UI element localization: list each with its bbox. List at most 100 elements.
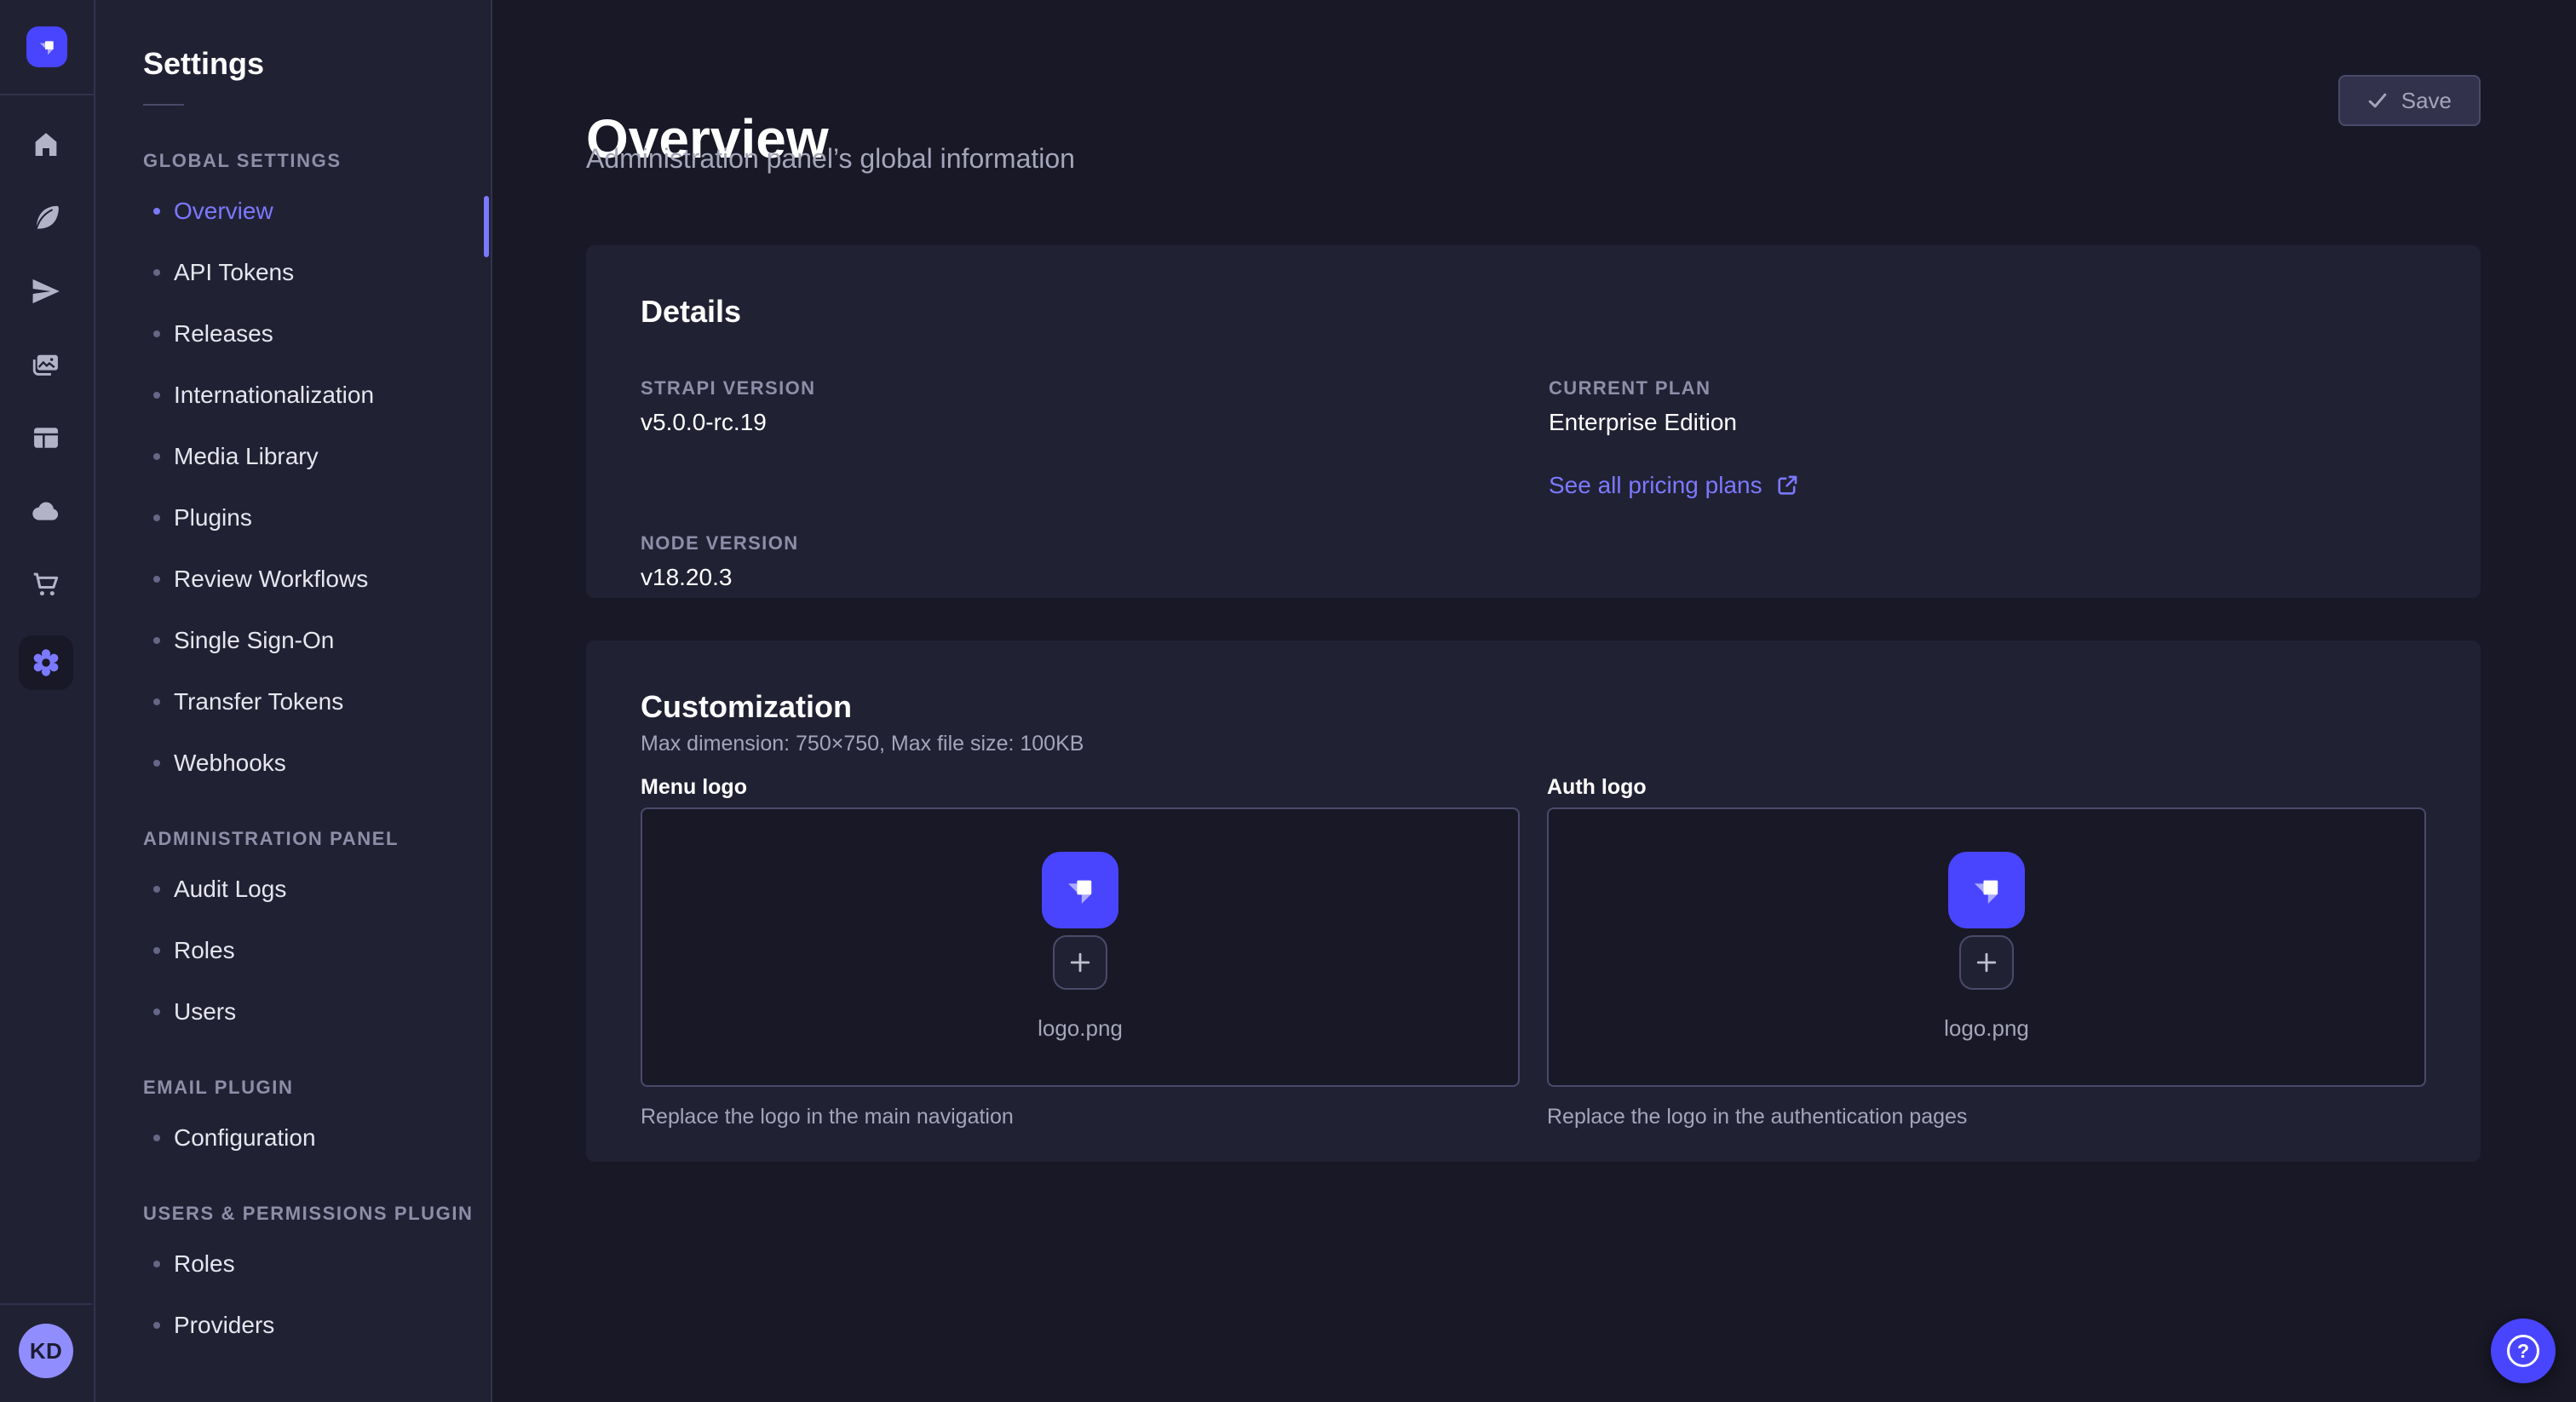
node-version-field: NODE VERSION v18.20.3 bbox=[641, 531, 1518, 595]
subnav-divider bbox=[143, 104, 184, 106]
sidebar-item-label: Audit Logs bbox=[174, 876, 286, 903]
bullet-icon bbox=[153, 392, 160, 399]
menu-logo-filename: logo.png bbox=[1038, 1014, 1123, 1043]
sidebar-item-label: Providers bbox=[174, 1312, 274, 1339]
spacer bbox=[641, 440, 1518, 501]
check-icon bbox=[2367, 90, 2388, 111]
content-type-builder-layout-icon[interactable] bbox=[24, 416, 68, 460]
sidebar-item-audit-logs[interactable]: Audit Logs bbox=[143, 859, 491, 920]
main-nav-items bbox=[0, 95, 92, 690]
bullet-icon bbox=[153, 1135, 160, 1141]
sidebar-item-api-tokens[interactable]: API Tokens bbox=[143, 242, 491, 303]
sidebar-item-label: Plugins bbox=[174, 504, 252, 531]
external-link-icon bbox=[1776, 474, 1798, 497]
menu-logo-preview[interactable] bbox=[1042, 852, 1118, 928]
strapi-version-value: v5.0.0-rc.19 bbox=[641, 405, 1518, 440]
bullet-icon bbox=[153, 576, 160, 583]
current-plan-field: CURRENT PLAN Enterprise Edition bbox=[1549, 376, 2426, 440]
sidebar-item-label: Users bbox=[174, 998, 236, 1026]
sidebar-item-email-configuration[interactable]: Configuration bbox=[143, 1107, 491, 1169]
sidebar-item-webhooks[interactable]: Webhooks bbox=[143, 733, 491, 794]
subnav-title: Settings bbox=[143, 46, 491, 82]
customization-constraints: Max dimension: 750×750, Max file size: 1… bbox=[641, 729, 2426, 758]
menu-logo-hint: Replace the logo in the main navigation bbox=[641, 1102, 1520, 1131]
sidebar-item-plugins[interactable]: Plugins bbox=[143, 487, 491, 549]
sidebar-item-label: Internationalization bbox=[174, 382, 374, 409]
bullet-icon bbox=[153, 1008, 160, 1015]
subnav-scrollbar-thumb[interactable] bbox=[484, 196, 489, 257]
sidebar-item-label: Overview bbox=[174, 198, 273, 225]
sidebar-item-overview[interactable]: Overview bbox=[143, 181, 491, 242]
sidebar-item-label: API Tokens bbox=[174, 259, 294, 286]
workspace-logo-container bbox=[0, 0, 94, 95]
details-right-column: CURRENT PLAN Enterprise Edition See all … bbox=[1549, 346, 2426, 595]
section-label-email-plugin: EMAIL PLUGIN bbox=[143, 1077, 491, 1099]
sidebar-item-label: Roles bbox=[174, 937, 235, 964]
section-label-administration-panel: ADMINISTRATION PANEL bbox=[143, 828, 491, 850]
bullet-icon bbox=[153, 208, 160, 215]
auth-logo-preview[interactable] bbox=[1948, 852, 2025, 928]
section-label-global-settings: GLOBAL SETTINGS bbox=[143, 150, 491, 172]
media-library-pictures-icon[interactable] bbox=[24, 342, 68, 387]
details-card: Details STRAPI VERSION v5.0.0-rc.19 NODE… bbox=[586, 245, 2481, 598]
node-version-label: NODE VERSION bbox=[641, 531, 1518, 555]
sidebar-item-label: Review Workflows bbox=[174, 566, 368, 593]
sidebar-item-up-providers[interactable]: Providers bbox=[143, 1295, 491, 1356]
details-grid: STRAPI VERSION v5.0.0-rc.19 NODE VERSION… bbox=[641, 346, 2426, 595]
see-all-pricing-plans-link[interactable]: See all pricing plans bbox=[1549, 468, 1798, 503]
strapi-logo[interactable] bbox=[26, 26, 67, 67]
bullet-icon bbox=[153, 330, 160, 337]
auth-logo-dropzone[interactable]: logo.png bbox=[1547, 807, 2426, 1087]
settings-gear-icon[interactable] bbox=[19, 635, 73, 690]
bullet-icon bbox=[153, 1261, 160, 1267]
sidebar-item-label: Transfer Tokens bbox=[174, 688, 343, 715]
help-button[interactable]: ? bbox=[2491, 1319, 2556, 1383]
question-mark-icon: ? bbox=[2507, 1335, 2539, 1367]
bullet-icon bbox=[153, 760, 160, 767]
sidebar-item-single-sign-on[interactable]: Single Sign-On bbox=[143, 610, 491, 671]
sidebar-item-review-workflows[interactable]: Review Workflows bbox=[143, 549, 491, 610]
page-subtitle: Administration panel’s global informatio… bbox=[586, 143, 1075, 175]
section-label-users-permissions-plugin: USERS & PERMISSIONS PLUGIN bbox=[143, 1203, 491, 1225]
save-button-label: Save bbox=[2401, 88, 2452, 114]
customization-card: Customization Max dimension: 750×750, Ma… bbox=[586, 641, 2481, 1162]
releases-paper-plane-icon[interactable] bbox=[24, 269, 68, 313]
user-avatar[interactable]: KD bbox=[19, 1324, 73, 1378]
sidebar-item-up-roles[interactable]: Roles bbox=[143, 1233, 491, 1295]
pricing-link-label: See all pricing plans bbox=[1549, 468, 1762, 503]
marketplace-cart-icon[interactable] bbox=[24, 562, 68, 606]
deploy-cloud-icon[interactable] bbox=[24, 489, 68, 533]
content-manager-feather-icon[interactable] bbox=[24, 196, 68, 240]
customization-card-title: Customization bbox=[641, 688, 2426, 726]
plus-icon bbox=[1067, 950, 1093, 975]
bullet-icon bbox=[153, 698, 160, 705]
sidebar-item-media-library[interactable]: Media Library bbox=[143, 426, 491, 487]
strapi-admin-app: KD Settings GLOBAL SETTINGS Overview API… bbox=[0, 0, 2576, 1402]
settings-subnav: Settings GLOBAL SETTINGS Overview API To… bbox=[95, 0, 492, 1402]
save-button[interactable]: Save bbox=[2338, 75, 2481, 126]
bullet-icon bbox=[153, 514, 160, 521]
sidebar-item-label: Single Sign-On bbox=[174, 627, 334, 654]
details-card-title: Details bbox=[641, 293, 2426, 330]
strapi-version-label: STRAPI VERSION bbox=[641, 376, 1518, 400]
sidebar-item-admin-users[interactable]: Users bbox=[143, 981, 491, 1043]
sidebar-item-label: Configuration bbox=[174, 1124, 316, 1152]
home-icon[interactable] bbox=[24, 123, 68, 167]
logo-inputs-grid: Menu logo logo.png Replace the logo in t… bbox=[641, 773, 2426, 1131]
sidebar-item-internationalization[interactable]: Internationalization bbox=[143, 365, 491, 426]
menu-logo-input: Menu logo logo.png Replace the logo in t… bbox=[641, 773, 1520, 1131]
bullet-icon bbox=[153, 947, 160, 954]
sidebar-item-admin-roles[interactable]: Roles bbox=[143, 920, 491, 981]
sidebar-item-label: Releases bbox=[174, 320, 273, 348]
main-content: Overview Administration panel’s global i… bbox=[492, 0, 2576, 1402]
menu-logo-dropzone[interactable]: logo.png bbox=[641, 807, 1520, 1087]
sidebar-item-releases[interactable]: Releases bbox=[143, 303, 491, 365]
menu-logo-add-button[interactable] bbox=[1053, 935, 1107, 990]
rail-footer: KD bbox=[0, 1303, 92, 1402]
sidebar-item-transfer-tokens[interactable]: Transfer Tokens bbox=[143, 671, 491, 733]
current-plan-value: Enterprise Edition bbox=[1549, 405, 2426, 440]
auth-logo-hint: Replace the logo in the authentication p… bbox=[1547, 1102, 2426, 1131]
node-version-value: v18.20.3 bbox=[641, 560, 1518, 595]
auth-logo-add-button[interactable] bbox=[1959, 935, 2014, 990]
bullet-icon bbox=[153, 453, 160, 460]
